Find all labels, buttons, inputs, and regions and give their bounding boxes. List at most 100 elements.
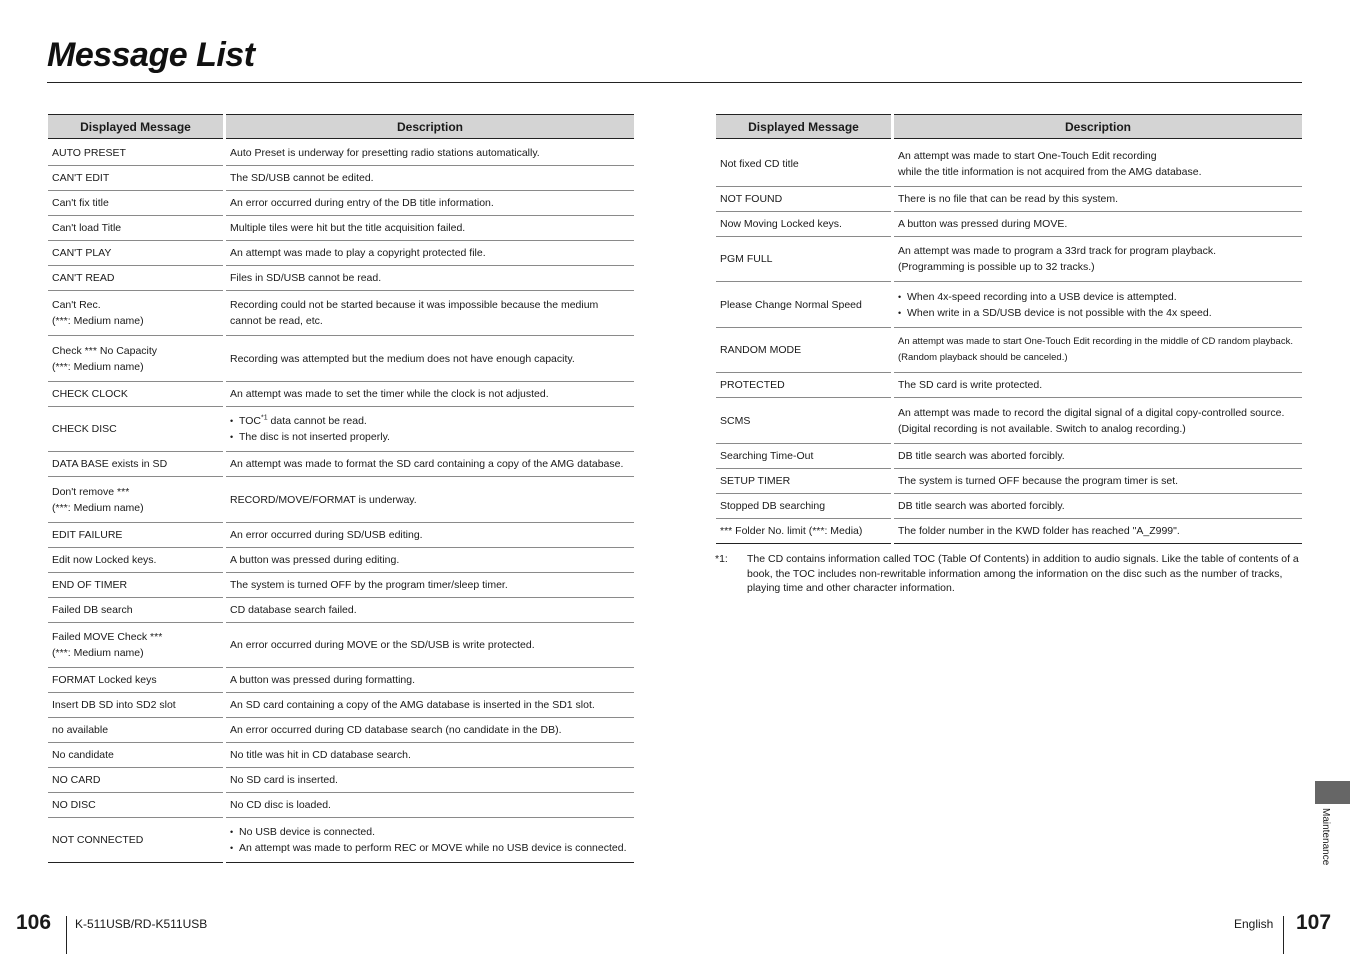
header-description: Description [226,114,634,139]
description-line: A button was pressed during formatting. [230,674,416,686]
description-line: The system is turned OFF by the program … [230,579,508,591]
message-line: Don't remove *** [52,485,130,498]
message-line: NO DISC [52,799,96,811]
description-line: An attempt was made to set the timer whi… [230,388,549,400]
language-label: English [1234,917,1274,931]
message-cell: DATA BASE exists in SD [48,452,223,477]
description-line: An attempt was made to record the digita… [898,406,1285,419]
footer-divider-right [1283,916,1284,954]
description-line: DB title search was aborted forcibly. [898,500,1065,512]
message-line: CAN'T READ [52,272,115,284]
table-row: CHECK CLOCK An attempt was made to set th… [48,382,634,407]
section-tab [1315,781,1350,804]
table-row: RANDOM MODE An attempt was made to start … [716,328,1302,373]
message-line: Failed DB search [52,604,133,616]
description-cell: No CD disc is loaded. [226,793,634,818]
message-line: NO CARD [52,774,101,786]
message-cell: Failed MOVE Check *** (***: Medium name) [48,623,223,668]
description-line: A button was pressed during editing. [230,554,400,566]
footnote-mark: *1: [715,553,728,565]
header-displayed-message: Displayed Message [716,114,891,139]
message-cell: Please Change Normal Speed [716,282,891,328]
table-row: CAN'T PLAY An attempt was made to play a … [48,241,634,266]
description-cell: An error occurred during CD database sea… [226,718,634,743]
description-line: (Random playback should be canceled.) [898,352,1068,363]
table-row: Now Moving Locked keys. A button was pres… [716,212,1302,237]
description-cell: The system is turned OFF by the program … [226,573,634,598]
table-row: Can't fix title An error occurred during … [48,191,634,216]
message-line: DATA BASE exists in SD [52,458,168,470]
description-line: An error occurred during SD/USB editing. [230,529,423,541]
description-cell: An attempt was made to start One-Touch E… [894,328,1302,373]
table-row: NOT FOUND There is no file that can be re… [716,187,1302,212]
page-number-right: 107 [1296,911,1332,934]
message-line: (***: Medium name) [52,647,144,659]
footnote-ref: *1 [260,414,268,422]
description-cell: An attempt was made to start One-Touch E… [894,141,1302,187]
table-row: Can't Rec. (***: Medium name) Recording co… [48,291,634,336]
message-cell: PGM FULL [716,237,891,282]
message-cell: Failed DB search [48,598,223,623]
description-cell: CD database search failed. [226,598,634,623]
description-cell: An attempt was made to program a 33rd tr… [894,237,1302,282]
message-line: Not fixed CD title [720,157,799,170]
message-cell: no available [48,718,223,743]
description-cell: No title was hit in CD database search. [226,743,634,768]
footnote: *1: The CD contains information called T… [715,552,1305,596]
description-line: Auto Preset is underway for presetting r… [230,147,540,159]
description-line: CD database search failed. [230,604,357,616]
description-cell: DB title search was aborted forcibly. [894,444,1302,469]
table-row: Failed MOVE Check *** (***: Medium name) A… [48,623,634,668]
message-line: Failed MOVE Check *** [52,631,163,643]
table-row: END OF TIMER The system is turned OFF by … [48,573,634,598]
description-line: No CD disc is loaded. [230,799,331,811]
description-line: RECORD/MOVE/FORMAT is underway. [230,493,417,506]
message-line: (***: Medium name) [52,501,144,514]
table-row: EDIT FAILURE An error occurred during SD/… [48,523,634,548]
message-line: *** Folder No. limit (***: Media) [720,525,863,537]
footnote-text: The CD contains information called TOC (… [747,553,1299,594]
description-line: An attempt was made to start One-Touch E… [898,336,1293,347]
message-cell: NO CARD [48,768,223,793]
description-line: The SD/USB cannot be edited. [230,172,374,184]
description-cell: No USB device is connected.An attempt wa… [226,818,634,863]
description-cell: There is no file that can be read by thi… [894,187,1302,212]
message-cell: SCMS [716,398,891,444]
message-cell: SETUP TIMER [716,469,891,494]
description-line: An error occurred during MOVE or the SD/… [230,639,535,651]
table-row: Not fixed CD title An attempt was made to… [716,141,1302,187]
message-line: RANDOM MODE [720,344,802,356]
description-line: The folder number in the KWD folder has … [898,525,1180,537]
message-cell: CHECK DISC [48,407,223,452]
description-cell: The system is turned OFF because the pro… [894,469,1302,494]
message-cell: Not fixed CD title [716,141,891,187]
message-line: CAN'T EDIT [52,172,110,184]
message-cell: CAN'T EDIT [48,166,223,191]
description-cell: An error occurred during entry of the DB… [226,191,634,216]
message-cell: Edit now Locked keys. [48,548,223,573]
message-line: Stopped DB searching [720,500,826,512]
message-line: Can't load Title [52,222,122,234]
description-line: No title was hit in CD database search. [230,749,411,761]
table-row: No candidate No title was hit in CD datab… [48,743,634,768]
description-line: An error occurred during entry of the DB… [230,197,494,209]
description-cell: An error occurred during SD/USB editing. [226,523,634,548]
message-line: Check *** No Capacity [52,344,158,357]
description-cell: TOC*1 data cannot be read.The disc is no… [226,407,634,452]
message-line: Edit now Locked keys. [52,554,157,566]
description-cell: DB title search was aborted forcibly. [894,494,1302,519]
table-row: CAN'T READ Files in SD/USB cannot be read… [48,266,634,291]
description-cell: Recording was attempted but the medium d… [226,336,634,382]
description-line: Recording was attempted but the medium d… [230,352,575,365]
description-cell: No SD card is inserted. [226,768,634,793]
description-cell: Auto Preset is underway for presetting r… [226,141,634,166]
message-cell: CAN'T PLAY [48,241,223,266]
description-line: No SD card is inserted. [230,774,338,786]
description-line: Recording could not be started because i… [230,299,599,311]
table-row: CAN'T EDIT The SD/USB cannot be edited. [48,166,634,191]
message-cell: Insert DB SD into SD2 slot [48,693,223,718]
table-row: DATA BASE exists in SD An attempt was mad… [48,452,634,477]
header-displayed-message: Displayed Message [48,114,223,139]
description-cell: An attempt was made to set the timer whi… [226,382,634,407]
message-line: SETUP TIMER [720,475,791,487]
